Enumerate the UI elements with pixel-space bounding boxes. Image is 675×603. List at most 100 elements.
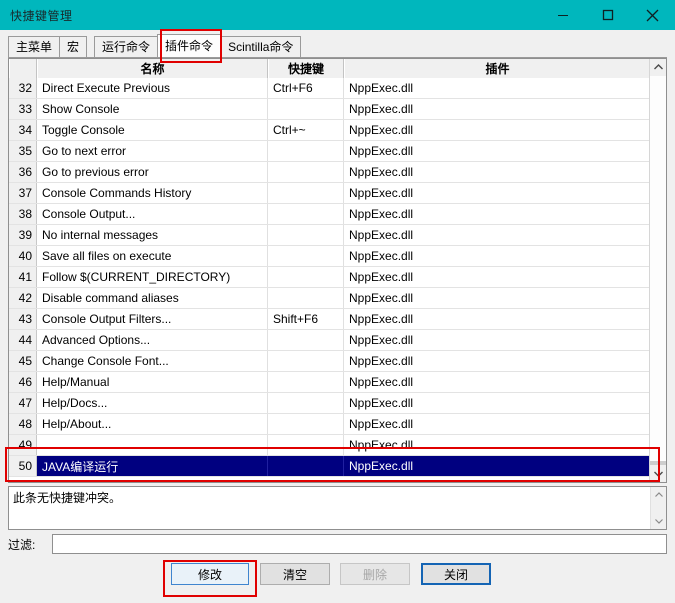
row-name: Save all files on execute [37,246,268,266]
row-shortcut [268,372,344,392]
tab-label: 宏 [67,40,80,54]
tab-label: 插件命令 [165,39,214,53]
table-row[interactable]: 47 Help/Docs... NppExec.dll [9,393,666,414]
table-row[interactable]: 45 Change Console Font... NppExec.dll [9,351,666,372]
row-index: 34 [9,120,37,140]
row-plugin: NppExec.dll [349,438,414,452]
row-index: 50 [9,456,37,476]
row-plugin: NppExec.dll [349,207,414,221]
row-index: 44 [9,330,37,350]
row-index: 39 [9,225,37,245]
row-name: Go to next error [37,141,268,161]
conflict-info-box: 此条无快捷键冲突。 [8,486,667,530]
row-shortcut [268,204,344,224]
shortcut-list[interactable]: 名称 快捷键 插件 32 Direct Execute Previous Ctrl+… [8,58,667,483]
tab-label: 运行命令 [102,40,151,54]
row-plugin: NppExec.dll [349,123,414,137]
table-row[interactable]: 37 Console Commands History NppExec.dll [9,183,666,204]
column-header-shortcut[interactable]: 快捷键 [268,59,344,78]
row-plugin: NppExec.dll [349,81,414,95]
table-row[interactable]: 36 Go to previous error NppExec.dll [9,162,666,183]
minimize-icon[interactable] [540,0,585,30]
row-index: 43 [9,309,37,329]
filter-row: 过滤: [8,534,667,554]
info-scroll-up-icon[interactable] [651,487,667,503]
row-name: Console Output Filters... [37,309,268,329]
row-plugin: NppExec.dll [349,270,414,284]
column-header-index[interactable] [9,59,37,78]
row-plugin: NppExec.dll [349,249,414,263]
filter-input[interactable] [52,534,667,554]
table-row[interactable]: 32 Direct Execute Previous Ctrl+F6 NppExec.… [9,78,666,99]
tab-scintilla-commands[interactable]: Scintilla命令 [220,36,302,57]
row-name [37,435,268,455]
row-name: Change Console Font... [37,351,268,371]
table-row[interactable]: 49 NppExec.dll [9,435,666,456]
row-shortcut [268,435,344,455]
row-shortcut [268,456,344,476]
table-row[interactable]: 41 Follow $(CURRENT_DIRECTORY) NppExec.dll [9,267,666,288]
row-index: 35 [9,141,37,161]
shortcut-mapper-window: 快捷键管理 主菜单 宏 运行命令 插件命令 Scintilla命令 名称 快捷键… [0,0,675,603]
row-shortcut [268,351,344,371]
row-shortcut [268,162,344,182]
row-name: Follow $(CURRENT_DIRECTORY) [37,267,268,287]
row-index: 33 [9,99,37,119]
table-row[interactable]: 43 Console Output Filters... Shift+F6 NppEx… [9,309,666,330]
tab-strip: 主菜单 宏 运行命令 插件命令 Scintilla命令 [8,34,667,58]
row-index: 45 [9,351,37,371]
info-scroll-down-icon[interactable] [651,513,667,529]
close-button[interactable]: 关闭 [421,563,491,585]
table-row[interactable]: 39 No internal messages NppExec.dll [9,225,666,246]
tab-run-commands[interactable]: 运行命令 [94,36,159,57]
table-row[interactable]: 50 JAVA编译运行 NppExec.dll [9,456,666,477]
table-row[interactable]: 48 Help/About... NppExec.dll [9,414,666,435]
row-name: Help/Manual [37,372,268,392]
scroll-down-icon[interactable] [650,465,666,482]
row-name: Toggle Console [37,120,268,140]
row-index: 40 [9,246,37,266]
row-index: 48 [9,414,37,434]
tab-plugin-commands[interactable]: 插件命令 [157,34,222,57]
row-plugin: NppExec.dll [349,417,414,431]
close-icon[interactable] [630,0,675,30]
table-row[interactable]: 33 Show Console NppExec.dll [9,99,666,120]
grid-body: 32 Direct Execute Previous Ctrl+F6 NppExec.… [9,78,666,482]
row-name: Go to previous error [37,162,268,182]
modify-button[interactable]: 修改 [171,563,249,585]
window-controls [540,0,675,30]
tab-main-menu[interactable]: 主菜单 [8,36,61,57]
table-row[interactable]: 46 Help/Manual NppExec.dll [9,372,666,393]
table-row[interactable]: 42 Disable command aliases NppExec.dll [9,288,666,309]
delete-button: 删除 [340,563,410,585]
info-vertical-scrollbar[interactable] [650,487,666,529]
column-header-name[interactable]: 名称 [37,59,268,78]
row-name: Show Console [37,99,268,119]
row-shortcut [268,267,344,287]
scroll-track[interactable] [650,76,666,482]
row-plugin: NppExec.dll [349,396,414,410]
row-plugin: NppExec.dll [349,186,414,200]
list-vertical-scrollbar[interactable] [649,59,666,482]
row-shortcut: Ctrl+F6 [268,78,344,98]
maximize-icon[interactable] [585,0,630,30]
scroll-up-icon[interactable] [650,59,666,76]
table-row[interactable]: 34 Toggle Console Ctrl+~ NppExec.dll [9,120,666,141]
table-row[interactable]: 35 Go to next error NppExec.dll [9,141,666,162]
table-row[interactable]: 44 Advanced Options... NppExec.dll [9,330,666,351]
table-row[interactable]: 38 Console Output... NppExec.dll [9,204,666,225]
tab-label: Scintilla命令 [228,40,294,54]
row-name: Help/About... [37,414,268,434]
row-name: Console Commands History [37,183,268,203]
row-plugin: NppExec.dll [349,165,414,179]
column-header-plugin[interactable]: 插件 [344,59,650,78]
clear-button[interactable]: 清空 [260,563,330,585]
row-index: 38 [9,204,37,224]
row-shortcut: Ctrl+~ [268,120,344,140]
tab-label: 主菜单 [16,40,53,54]
row-shortcut [268,288,344,308]
row-name: Help/Docs... [37,393,268,413]
table-row[interactable]: 40 Save all files on execute NppExec.dll [9,246,666,267]
tab-macro[interactable]: 宏 [59,36,88,57]
row-plugin: NppExec.dll [349,312,414,326]
